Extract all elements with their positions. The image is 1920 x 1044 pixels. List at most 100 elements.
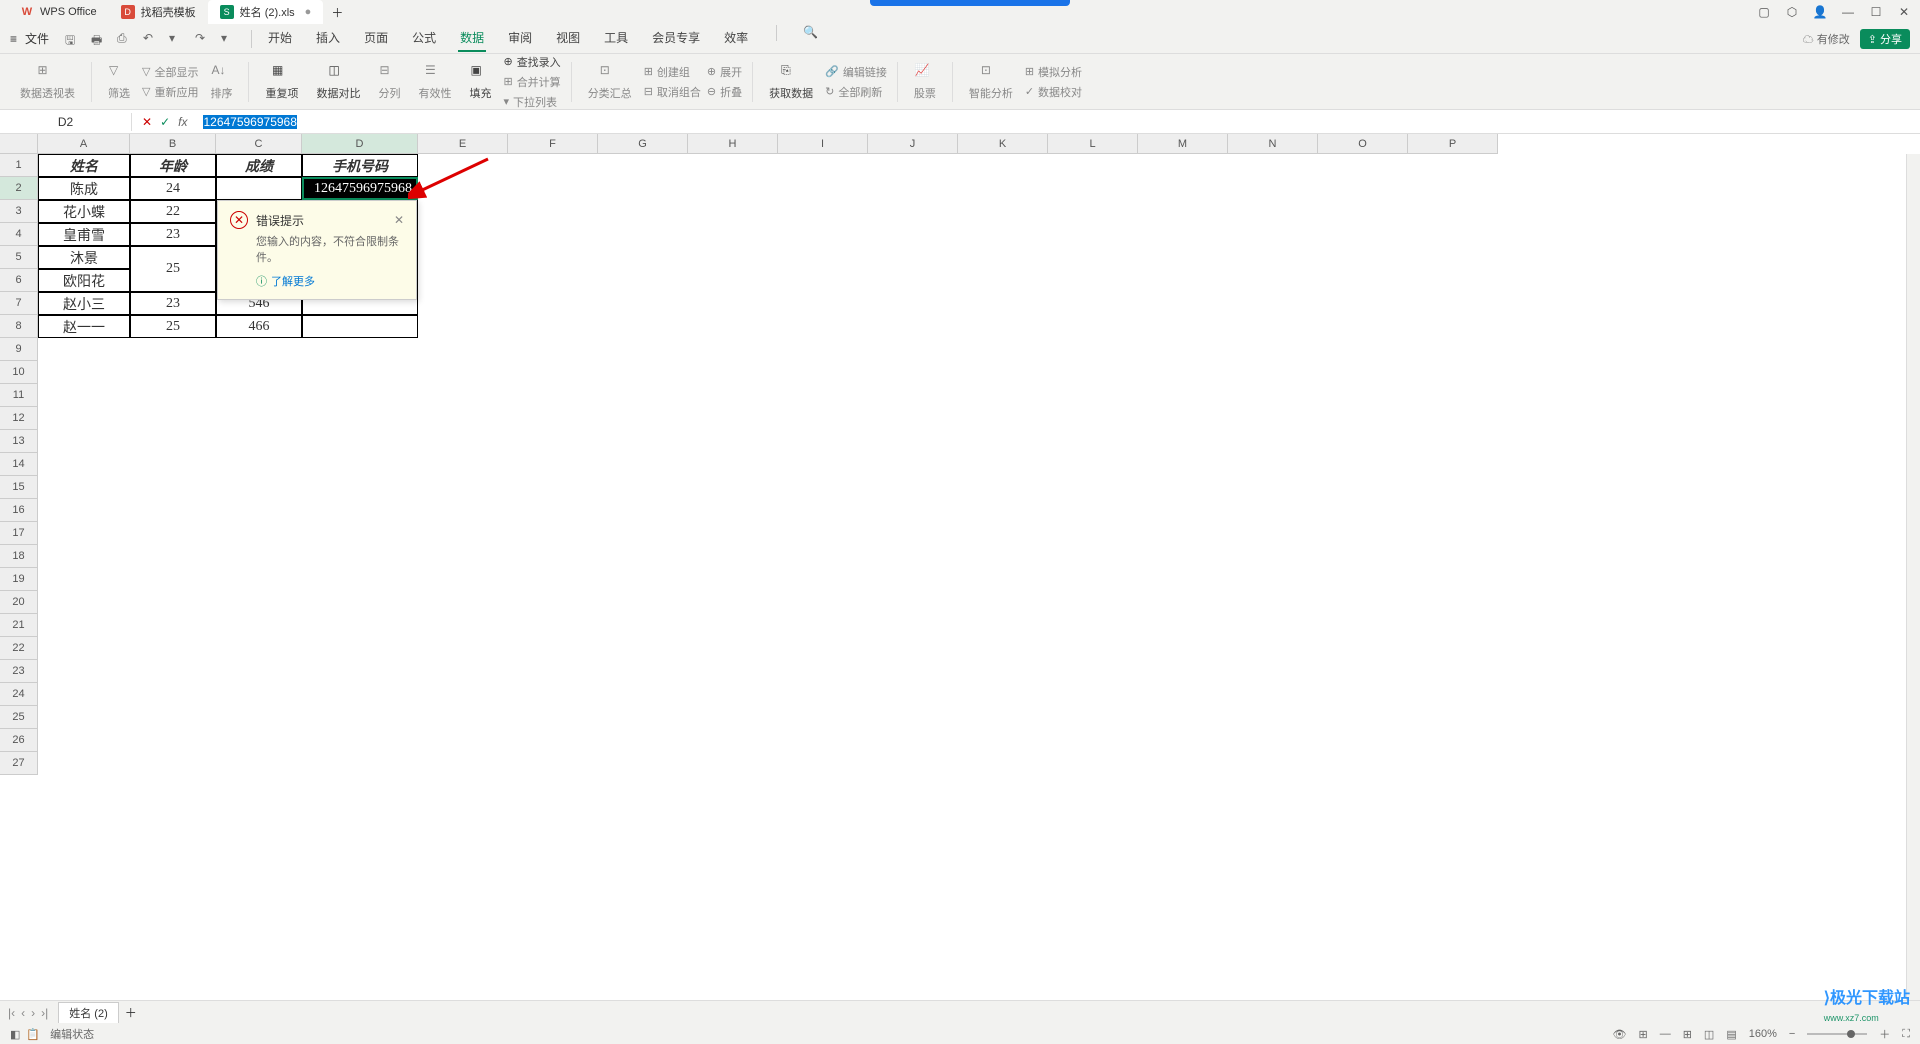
ribbon-collapse[interactable]: ⊖折叠 <box>707 84 742 100</box>
data-cell[interactable]: 欧阳花 <box>38 269 130 292</box>
ribbon-showall[interactable]: ▽全部显示 <box>142 64 198 80</box>
data-cell[interactable]: 25 <box>130 315 216 338</box>
data-cell[interactable]: 12647596975968 <box>302 177 418 200</box>
ribbon-stocks[interactable]: 📈 股票 <box>908 58 942 106</box>
save-icon[interactable]: 🖫 <box>65 31 81 47</box>
zoom-slider[interactable] <box>1807 1033 1867 1035</box>
name-box[interactable]: D2 <box>0 113 132 131</box>
row-header-16[interactable]: 16 <box>0 499 38 522</box>
data-cell[interactable] <box>216 177 302 200</box>
data-cell[interactable] <box>302 315 418 338</box>
row-header-26[interactable]: 26 <box>0 729 38 752</box>
avatar-icon[interactable]: 👤 <box>1812 4 1828 20</box>
menu-tab-tools[interactable]: 工具 <box>602 25 630 52</box>
ribbon-split[interactable]: ⊟ 分列 <box>372 58 406 106</box>
data-cell[interactable]: 23 <box>130 223 216 246</box>
ribbon-smart[interactable]: ⊡ 智能分析 <box>963 58 1019 106</box>
col-header-P[interactable]: P <box>1408 134 1498 154</box>
data-cell[interactable]: 23 <box>130 292 216 315</box>
data-cell[interactable]: 沐景 <box>38 246 130 269</box>
view-break-icon[interactable]: ▤ <box>1726 1028 1736 1041</box>
tab-document[interactable]: S 姓名 (2).xls ● <box>208 0 324 24</box>
ribbon-compare[interactable]: ◫ 数据对比 <box>310 58 366 106</box>
row-header-15[interactable]: 15 <box>0 476 38 499</box>
share-button[interactable]: ⇪ 分享 <box>1860 29 1910 49</box>
vertical-scrollbar[interactable] <box>1906 154 1920 1000</box>
col-header-B[interactable]: B <box>130 134 216 154</box>
col-header-D[interactable]: D <box>302 134 418 154</box>
ribbon-group[interactable]: ⊞创建组 <box>644 64 701 80</box>
data-cell[interactable]: 赵一一 <box>38 315 130 338</box>
clipboard-icon[interactable]: 📋 <box>26 1028 40 1041</box>
ribbon-expand[interactable]: ⊕展开 <box>707 64 742 80</box>
col-header-F[interactable]: F <box>508 134 598 154</box>
row-header-21[interactable]: 21 <box>0 614 38 637</box>
data-cell[interactable]: 22 <box>130 200 216 223</box>
row-header-19[interactable]: 19 <box>0 568 38 591</box>
error-close-icon[interactable]: ✕ <box>394 213 404 227</box>
redo-dropdown-icon[interactable]: ▾ <box>221 31 237 47</box>
cells-grid[interactable]: 姓名年龄成绩手机号码陈成2412647596975968花小蝶22皇甫雪23沐景… <box>38 154 1920 1000</box>
redo-icon[interactable]: ↷ <box>195 31 211 47</box>
data-cell[interactable]: 花小蝶 <box>38 200 130 223</box>
close-icon[interactable]: ✕ <box>1896 4 1912 20</box>
data-cell[interactable]: 赵小三 <box>38 292 130 315</box>
data-cell[interactable]: 24 <box>130 177 216 200</box>
eye-icon[interactable]: 👁 <box>1613 1028 1627 1041</box>
col-header-C[interactable]: C <box>216 134 302 154</box>
row-header-18[interactable]: 18 <box>0 545 38 568</box>
header-cell[interactable]: 姓名 <box>38 154 130 177</box>
cancel-icon[interactable]: ✕ <box>142 115 152 129</box>
row-header-24[interactable]: 24 <box>0 683 38 706</box>
search-icon[interactable]: 🔍 <box>803 25 819 41</box>
menu-tab-insert[interactable]: 插入 <box>314 25 342 52</box>
print-preview-icon[interactable]: ⎙ <box>117 31 133 47</box>
cloud-modify[interactable]: ☁ 有修改 <box>1803 31 1850 47</box>
row-header-1[interactable]: 1 <box>0 154 38 177</box>
grid-icon[interactable]: ⊞ <box>1638 1028 1647 1041</box>
row-header-9[interactable]: 9 <box>0 338 38 361</box>
data-cell[interactable]: 皇甫雪 <box>38 223 130 246</box>
tab-wps-office[interactable]: W WPS Office <box>8 0 109 24</box>
row-header-8[interactable]: 8 <box>0 315 38 338</box>
ribbon-editlinks[interactable]: 🔗编辑链接 <box>825 64 887 80</box>
row-header-2[interactable]: 2 <box>0 177 38 200</box>
sheet-next-icon[interactable]: › <box>31 1006 35 1020</box>
row-header-11[interactable]: 11 <box>0 384 38 407</box>
ribbon-sort[interactable]: A↓ 排序 <box>204 58 238 106</box>
col-header-J[interactable]: J <box>868 134 958 154</box>
ribbon-consolidate[interactable]: ⊞合并计算 <box>503 74 560 90</box>
header-cell[interactable]: 手机号码 <box>302 154 418 177</box>
add-sheet-button[interactable]: ＋ <box>125 1004 137 1021</box>
add-tab-button[interactable]: ＋ <box>331 4 343 21</box>
header-cell[interactable]: 成绩 <box>216 154 302 177</box>
row-header-25[interactable]: 25 <box>0 706 38 729</box>
col-header-E[interactable]: E <box>418 134 508 154</box>
data-cell[interactable]: 466 <box>216 315 302 338</box>
row-header-6[interactable]: 6 <box>0 269 38 292</box>
row-header-3[interactable]: 3 <box>0 200 38 223</box>
row-header-5[interactable]: 5 <box>0 246 38 269</box>
dash-icon[interactable]: — <box>1660 1028 1671 1040</box>
menu-tab-formula[interactable]: 公式 <box>410 25 438 52</box>
row-header-20[interactable]: 20 <box>0 591 38 614</box>
zoom-value[interactable]: 160% <box>1749 1028 1777 1040</box>
col-header-M[interactable]: M <box>1138 134 1228 154</box>
col-header-K[interactable]: K <box>958 134 1048 154</box>
cube-icon[interactable]: ⬡ <box>1784 4 1800 20</box>
row-header-10[interactable]: 10 <box>0 361 38 384</box>
row-header-12[interactable]: 12 <box>0 407 38 430</box>
menu-tab-view[interactable]: 视图 <box>554 25 582 52</box>
error-link[interactable]: ⓘ 了解更多 <box>256 273 404 289</box>
ribbon-dedup[interactable]: ▦ 重复项 <box>259 58 304 106</box>
view-layout-icon[interactable]: ◫ <box>1704 1028 1714 1041</box>
data-cell[interactable]: 陈成 <box>38 177 130 200</box>
ribbon-subtotal[interactable]: ⊡ 分类汇总 <box>582 58 638 106</box>
ribbon-pivot[interactable]: ⊞ 数据透视表 <box>14 58 81 106</box>
col-header-L[interactable]: L <box>1048 134 1138 154</box>
sheet-first-icon[interactable]: |‹ <box>8 1006 15 1020</box>
header-cell[interactable]: 年龄 <box>130 154 216 177</box>
maximize-icon[interactable]: ☐ <box>1868 4 1884 20</box>
window-restore-icon[interactable]: ▢ <box>1756 4 1772 20</box>
view-normal-icon[interactable]: ⊞ <box>1683 1028 1692 1041</box>
